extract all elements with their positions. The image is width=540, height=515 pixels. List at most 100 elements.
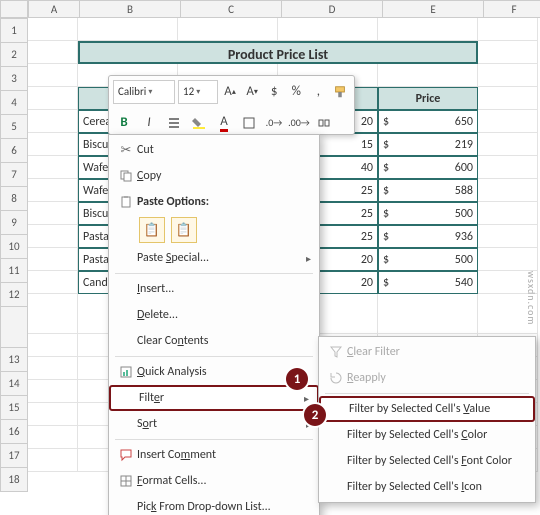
cell[interactable] [28, 426, 78, 449]
cell[interactable] [478, 156, 538, 179]
cell[interactable]: $500 [378, 248, 478, 271]
col-header-D[interactable]: D [282, 0, 383, 18]
row-header-15[interactable]: 15 [0, 396, 28, 420]
menu-pick-from-list[interactable]: Pick From Drop-down List... [109, 494, 319, 515]
cell[interactable] [378, 64, 478, 87]
cell[interactable] [28, 202, 78, 225]
row-header-1[interactable]: 1 [0, 18, 28, 43]
menu-delete[interactable]: Delete... [109, 302, 319, 328]
cell[interactable]: $936 [378, 225, 478, 248]
increase-font-icon[interactable]: A▴ [221, 81, 240, 103]
submenu-filter-by-value[interactable]: Filter by Selected Cell's Value [319, 396, 535, 422]
cell[interactable] [378, 294, 478, 334]
cell[interactable]: $600 [378, 156, 478, 179]
cell[interactable]: $588 [378, 179, 478, 202]
cell[interactable] [28, 110, 78, 133]
row-header-blank[interactable] [0, 307, 28, 348]
borders-icon[interactable] [238, 112, 260, 134]
cell[interactable] [478, 202, 538, 225]
bold-button[interactable]: B [113, 112, 135, 134]
menu-cut[interactable]: ✂Cut [109, 137, 319, 163]
cell[interactable] [28, 449, 78, 472]
decrease-font-icon[interactable]: A▾ [243, 81, 262, 103]
fill-color-icon[interactable] [188, 112, 210, 134]
decrease-decimal-icon[interactable]: .00→ [288, 112, 310, 134]
col-header-F[interactable]: F [484, 0, 540, 18]
cell[interactable] [478, 225, 538, 248]
cell[interactable] [28, 87, 78, 110]
cell[interactable] [28, 133, 78, 156]
cell[interactable] [478, 18, 538, 41]
select-all-corner[interactable] [0, 0, 28, 18]
cell[interactable] [28, 271, 78, 294]
cell[interactable] [28, 225, 78, 248]
menu-format-cells[interactable]: Format Cells... [109, 468, 319, 494]
row-header-10[interactable]: 10 [0, 235, 28, 259]
row-header-8[interactable]: 8 [0, 187, 28, 211]
paste-option-1[interactable]: 📋 [139, 217, 165, 243]
currency-icon[interactable]: $ [265, 81, 284, 103]
row-header-4[interactable]: 4 [0, 91, 28, 115]
menu-clear-contents[interactable]: Clear Contents [109, 328, 319, 354]
cell[interactable] [28, 179, 78, 202]
cell[interactable] [28, 156, 78, 179]
cell[interactable] [28, 403, 78, 426]
font-name-combo[interactable]: Calibri▾ [113, 80, 175, 104]
font-size-combo[interactable]: 12▾ [178, 80, 217, 104]
row-header-17[interactable]: 17 [0, 444, 28, 468]
menu-paste-special[interactable]: Paste Special...▸ [109, 245, 319, 271]
col-header-C[interactable]: C [181, 0, 282, 18]
row-header-18[interactable]: 18 [0, 468, 28, 492]
cell[interactable] [78, 18, 178, 41]
cell[interactable] [478, 110, 538, 133]
cell[interactable] [28, 41, 78, 64]
format-painter-icon[interactable] [331, 81, 350, 103]
cell[interactable] [278, 18, 378, 41]
menu-sort[interactable]: Sort▸ [109, 411, 319, 437]
col-header-B[interactable]: B [80, 0, 181, 18]
submenu-filter-by-icon[interactable]: Filter by Selected Cell's Icon [319, 474, 535, 500]
submenu-filter-by-color[interactable]: Filter by Selected Cell's Color [319, 422, 535, 448]
paste-option-2[interactable]: 📋 [171, 217, 197, 243]
row-header-5[interactable]: 5 [0, 115, 28, 139]
cell[interactable] [28, 64, 78, 87]
col-header-E[interactable]: E [383, 0, 484, 18]
cell[interactable] [478, 41, 538, 64]
cell[interactable]: $219 [378, 133, 478, 156]
submenu-filter-by-font-color[interactable]: Filter by Selected Cell's Font Color [319, 448, 535, 474]
cell[interactable] [478, 87, 538, 110]
cell[interactable] [478, 64, 538, 87]
row-header-9[interactable]: 9 [0, 211, 28, 235]
cell[interactable]: $500 [378, 202, 478, 225]
title-cell[interactable]: Product Price List [78, 41, 478, 64]
italic-button[interactable]: I [138, 112, 160, 134]
comma-icon[interactable]: , [309, 81, 328, 103]
menu-copy[interactable]: CCopyopy [109, 163, 319, 189]
menu-insert[interactable]: Insert... [109, 276, 319, 302]
cell[interactable] [28, 357, 78, 380]
cell[interactable] [178, 18, 278, 41]
align-icon[interactable] [163, 112, 185, 134]
cell[interactable] [28, 248, 78, 271]
row-header-11[interactable]: 11 [0, 259, 28, 283]
row-header-13[interactable]: 13 [0, 348, 28, 372]
cell[interactable]: $540 [378, 271, 478, 294]
cell[interactable]: Price [378, 87, 478, 110]
cell[interactable] [28, 380, 78, 403]
cell[interactable]: $650 [378, 110, 478, 133]
menu-filter[interactable]: Filter▸ [109, 385, 319, 411]
row-header-12[interactable]: 12 [0, 283, 28, 307]
cell[interactable] [478, 133, 538, 156]
row-header-7[interactable]: 7 [0, 163, 28, 187]
col-header-A[interactable]: A [28, 0, 80, 18]
cell[interactable] [478, 179, 538, 202]
row-header-2[interactable]: 2 [0, 43, 28, 67]
cell[interactable] [478, 248, 538, 271]
percent-icon[interactable]: % [287, 81, 306, 103]
row-header-6[interactable]: 6 [0, 139, 28, 163]
increase-decimal-icon[interactable]: .0→ [263, 112, 285, 134]
menu-insert-comment[interactable]: Insert Comment [109, 442, 319, 468]
cell[interactable] [378, 18, 478, 41]
merge-icon[interactable] [313, 112, 335, 134]
cell[interactable] [28, 294, 78, 334]
